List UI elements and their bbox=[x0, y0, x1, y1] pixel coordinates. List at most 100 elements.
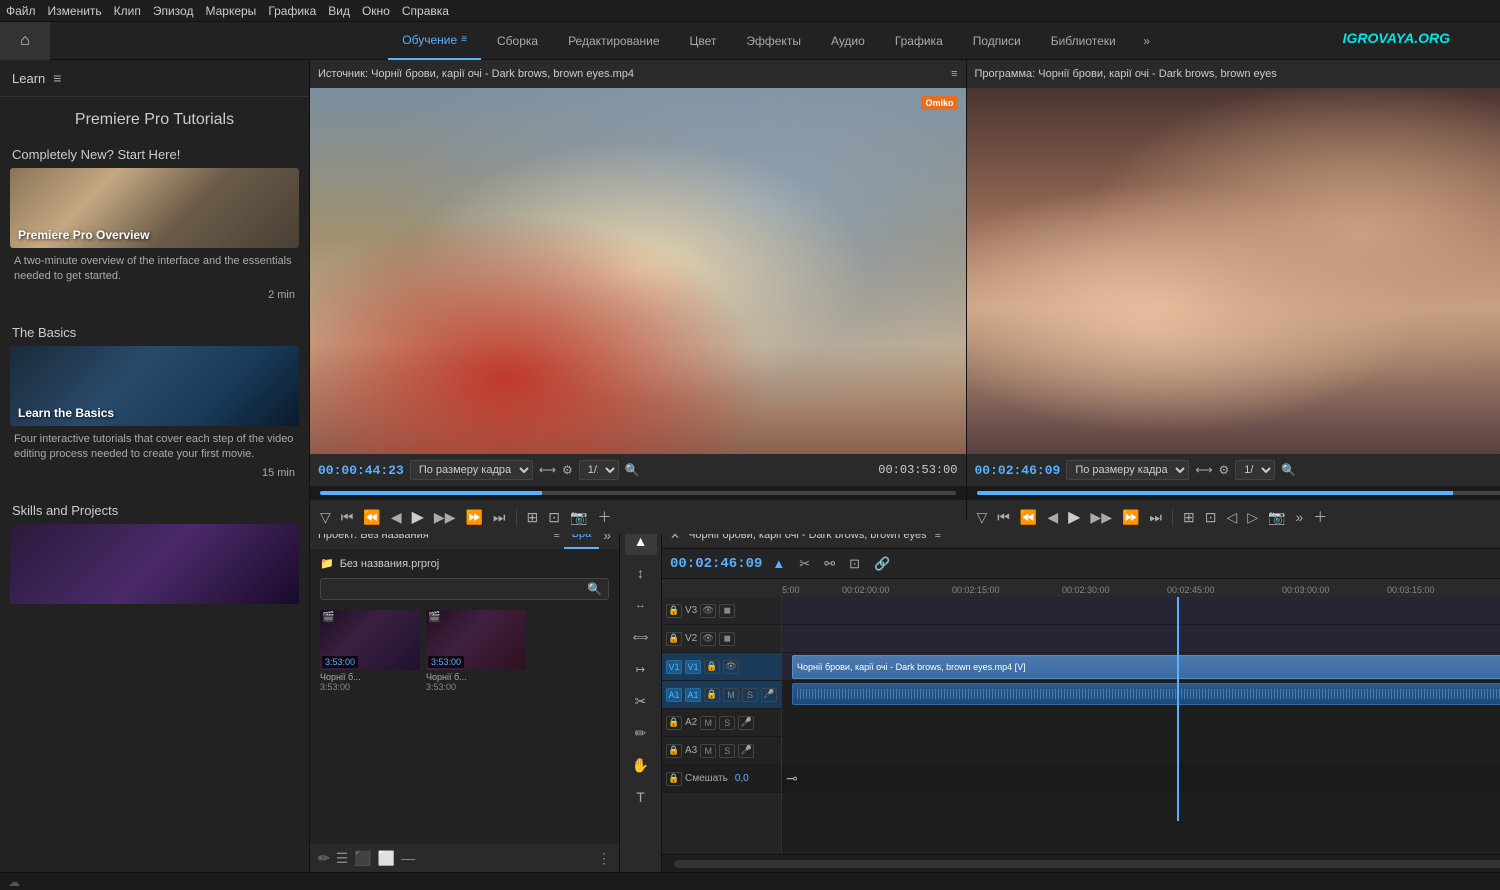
tl-vol-a1[interactable]: 🎤 bbox=[761, 688, 777, 702]
source-next-frame[interactable]: ▶▶ bbox=[432, 507, 458, 528]
tool-ripple[interactable]: ↔ bbox=[625, 591, 657, 619]
footer-grid-icon[interactable]: ⬛ bbox=[354, 850, 371, 867]
source-next-edit[interactable]: ⏭ bbox=[491, 507, 508, 528]
nav-more-button[interactable]: » bbox=[1132, 34, 1162, 48]
program-prev-frame[interactable]: ◀ bbox=[1045, 507, 1060, 528]
source-scrubber[interactable] bbox=[310, 486, 966, 500]
program-add-btn[interactable]: » bbox=[1293, 507, 1305, 527]
tl-lock-a2[interactable]: 🔒 bbox=[666, 716, 682, 730]
tool-razor[interactable]: ✂ bbox=[625, 687, 657, 715]
program-trim-in[interactable]: ◁ bbox=[1224, 507, 1239, 528]
thumb-item-1[interactable]: 🎬 3:53:00 Чорнії б... 3:53:00 bbox=[426, 610, 526, 692]
source-prev-frame[interactable]: ◀ bbox=[389, 507, 404, 528]
source-prev-edit[interactable]: ⏮ bbox=[339, 507, 356, 528]
tl-active-a1[interactable]: A1 bbox=[685, 688, 701, 702]
tl-vol-a2[interactable]: 🎤 bbox=[738, 716, 754, 730]
program-lift[interactable]: ⊞ bbox=[1181, 507, 1197, 528]
program-next-frame[interactable]: ▶▶ bbox=[1088, 507, 1114, 528]
menu-help[interactable]: Справка bbox=[402, 4, 449, 18]
tl-solo-a1[interactable]: S bbox=[742, 688, 758, 702]
tl-lock-v3[interactable]: 🔒 bbox=[666, 604, 682, 618]
tl-tool-edit[interactable]: ✂ bbox=[795, 554, 814, 574]
tool-track-select[interactable]: ↕ bbox=[625, 559, 657, 587]
tl-mute-a3[interactable]: M bbox=[700, 744, 716, 758]
source-play[interactable]: ▶ bbox=[410, 505, 426, 529]
tutorial-card-overview[interactable]: Premiere Pro Overview A two-minute overv… bbox=[10, 168, 299, 305]
program-play[interactable]: ▶ bbox=[1066, 505, 1082, 529]
tool-roll[interactable]: ⟺ bbox=[625, 623, 657, 651]
menu-graphics[interactable]: Графика bbox=[268, 4, 316, 18]
tl-vol-a3[interactable]: 🎤 bbox=[738, 744, 754, 758]
tool-hand[interactable]: ✋ bbox=[625, 751, 657, 779]
source-fraction-select[interactable]: 1/2 bbox=[579, 460, 619, 480]
tl-lock-v2[interactable]: 🔒 bbox=[666, 632, 682, 646]
source-panel-menu[interactable]: ≡ bbox=[951, 68, 957, 80]
tl-tool-select[interactable]: ▲ bbox=[768, 554, 789, 573]
menu-window[interactable]: Окно bbox=[362, 4, 390, 18]
program-trim-out[interactable]: ▷ bbox=[1245, 507, 1260, 528]
program-prev-edit[interactable]: ⏮ bbox=[995, 507, 1012, 528]
program-step-back[interactable]: ⏪ bbox=[1018, 507, 1039, 528]
menu-clip[interactable]: Клип bbox=[114, 4, 141, 18]
tl-solo-a2[interactable]: S bbox=[719, 716, 735, 730]
tl-mix-btn[interactable]: ⊸ bbox=[786, 770, 798, 787]
source-step-fwd[interactable]: ⏩ bbox=[463, 507, 484, 528]
tl-tool-magnet[interactable]: ⊡ bbox=[845, 554, 864, 574]
menu-file[interactable]: Файл bbox=[6, 4, 36, 18]
footer-edit-icon[interactable]: ✏ bbox=[318, 850, 330, 867]
source-mark-in[interactable]: ▽ bbox=[318, 507, 333, 528]
source-insert[interactable]: ⊞ bbox=[525, 507, 541, 528]
menu-view[interactable]: Вид bbox=[328, 4, 350, 18]
tl-video-clip[interactable]: Чорнії брови, карії очі - Dark brows, br… bbox=[792, 655, 1500, 679]
tl-lock-a3[interactable]: 🔒 bbox=[666, 744, 682, 758]
tl-mute-a2[interactable]: M bbox=[700, 716, 716, 730]
tutorial-card-basics[interactable]: Learn the Basics Four interactive tutori… bbox=[10, 346, 299, 483]
home-button[interactable]: ⌂ bbox=[0, 22, 50, 60]
program-step-fwd[interactable]: ⏩ bbox=[1120, 507, 1141, 528]
tl-active-v1[interactable]: V1 bbox=[685, 660, 701, 674]
source-overwrite[interactable]: ⊡ bbox=[546, 507, 562, 528]
menu-episode[interactable]: Эпизод bbox=[153, 4, 194, 18]
footer-freeform-icon[interactable]: ⬜ bbox=[378, 850, 395, 867]
program-extract[interactable]: ⊡ bbox=[1203, 507, 1219, 528]
tl-audio-clip[interactable] bbox=[792, 683, 1500, 705]
source-fit-select[interactable]: По размеру кадра bbox=[410, 460, 533, 480]
tl-tool-link[interactable]: 🔗 bbox=[870, 554, 894, 574]
program-fit-select[interactable]: По размеру кадра bbox=[1066, 460, 1189, 480]
tab-learn[interactable]: Обучение ≡ bbox=[388, 22, 481, 60]
tab-audio[interactable]: Аудио bbox=[817, 22, 879, 60]
timeline-timecode[interactable]: 00:02:46:09 bbox=[670, 556, 762, 572]
menu-markers[interactable]: Маркеры bbox=[205, 4, 256, 18]
tl-eye-v1[interactable]: 👁 bbox=[723, 660, 739, 674]
tl-eye-v3[interactable]: 👁 bbox=[700, 604, 716, 618]
tl-mute-a1[interactable]: M bbox=[723, 688, 739, 702]
tl-sync-a1[interactable]: A1 bbox=[666, 688, 682, 702]
tab-editing[interactable]: Редактирование bbox=[554, 22, 673, 60]
thumb-item-0[interactable]: 🎬 3:53:00 Чорнії б... 3:53:00 bbox=[320, 610, 420, 692]
footer-more-icon[interactable]: ⋮ bbox=[597, 850, 611, 867]
search-input[interactable] bbox=[327, 583, 587, 595]
program-plus[interactable]: ＋ bbox=[1311, 505, 1329, 529]
source-step-back[interactable]: ⏪ bbox=[361, 507, 382, 528]
tutorial-card-skills[interactable] bbox=[10, 524, 299, 604]
tl-eye-v2[interactable]: 👁 bbox=[700, 632, 716, 646]
tl-collapse-v3[interactable]: ◼ bbox=[719, 604, 735, 618]
source-add-btn[interactable]: ＋ bbox=[595, 505, 613, 529]
tab-assembly[interactable]: Сборка bbox=[483, 22, 552, 60]
tl-lock-mix[interactable]: 🔒 bbox=[666, 772, 682, 786]
tl-sync-v1[interactable]: V1 bbox=[666, 660, 682, 674]
tab-graphics[interactable]: Графика bbox=[881, 22, 957, 60]
program-scrubber[interactable] bbox=[967, 486, 1500, 500]
footer-slider-icon[interactable]: — bbox=[401, 850, 415, 866]
tl-lock-v1[interactable]: 🔒 bbox=[704, 660, 720, 674]
menu-edit[interactable]: Изменить bbox=[48, 4, 102, 18]
tool-rate-stretch[interactable]: ↦ bbox=[625, 655, 657, 683]
program-next-edit[interactable]: ⏭ bbox=[1147, 507, 1164, 528]
tab-subtitles[interactable]: Подписи bbox=[959, 22, 1035, 60]
tab-libraries[interactable]: Библиотеки bbox=[1037, 22, 1130, 60]
program-camera[interactable]: 📷 bbox=[1266, 507, 1287, 528]
tool-text[interactable]: T bbox=[625, 783, 657, 811]
source-camera[interactable]: 📷 bbox=[568, 507, 589, 528]
tl-tool-pen[interactable]: ⚯ bbox=[820, 554, 839, 574]
tab-effects[interactable]: Эффекты bbox=[732, 22, 815, 60]
